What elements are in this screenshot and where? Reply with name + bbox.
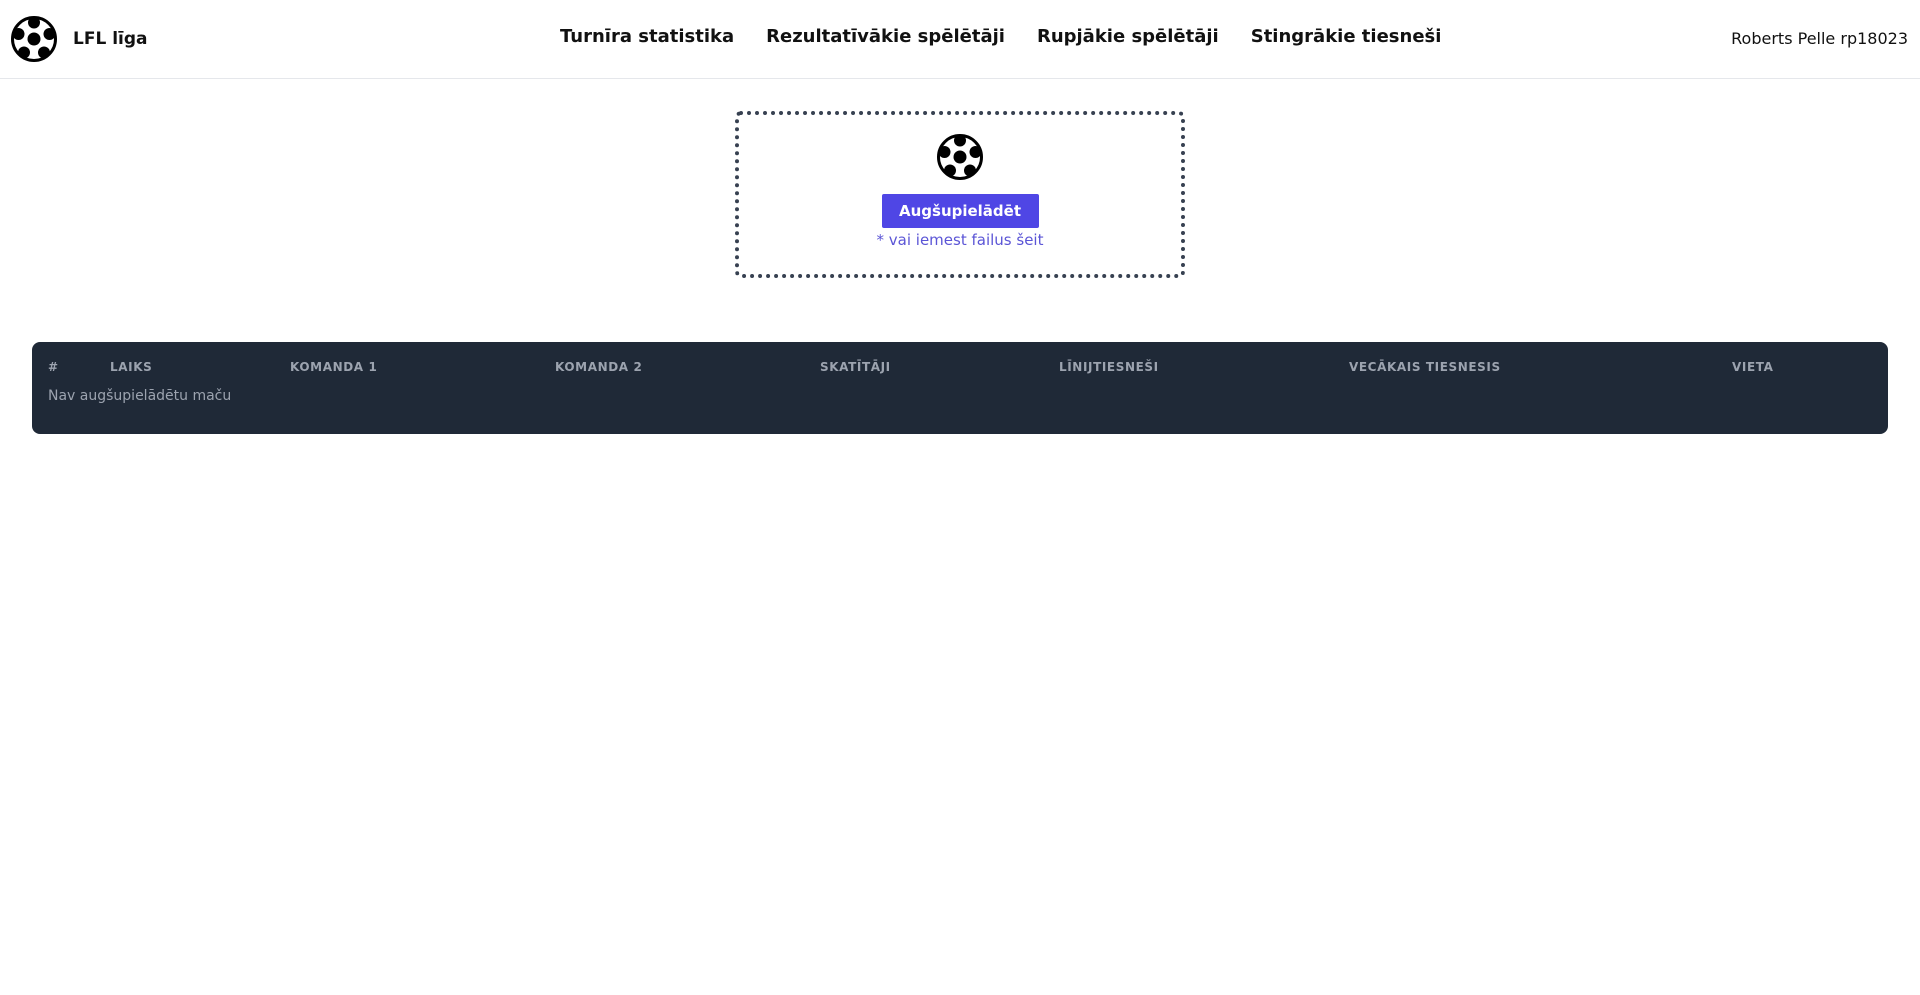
table-row: Nav augšupielādētu maču [32,384,1888,430]
drop-hint: * vai iemest failus šeit [876,231,1044,249]
top-navbar: LFL līga Turnīra statistika Rezultatīvāk… [0,0,1920,79]
column-header-time: Laiks [110,360,153,374]
empty-table-message: Nav augšupielādētu maču [48,388,232,404]
brand-name: LFL līga [73,29,148,49]
column-header-venue: Vieta [1732,360,1774,374]
matches-table: # Laiks Komanda 1 Komanda 2 Skatītāji Lī… [32,342,1888,434]
upload-button[interactable]: Augšupielādēt [881,194,1039,228]
table-header-row: # Laiks Komanda 1 Komanda 2 Skatītāji Lī… [32,342,1888,384]
column-header-team-2: Komanda 2 [555,360,643,374]
user-name: Roberts Pelle rp18023 [1731,29,1908,48]
column-header-spectators: Skatītāji [820,360,891,374]
brand-link[interactable]: LFL līga [11,16,148,62]
soccer-ball-icon [937,134,983,180]
column-header-number: # [48,360,59,374]
column-header-linesmen: Līnijtiesneši [1059,360,1159,374]
nav-strictest-referees[interactable]: Stingrākie tiesneši [1251,26,1442,47]
main-nav: Turnīra statistika Rezultatīvākie spēlēt… [560,26,1441,47]
nav-tournament-stats[interactable]: Turnīra statistika [560,26,734,47]
soccer-ball-icon [11,16,57,62]
nav-roughest-players[interactable]: Rupjākie spēlētāji [1037,26,1219,47]
column-header-head-referee: Vecākais tiesnesis [1349,360,1501,374]
nav-top-scorers[interactable]: Rezultatīvākie spēlētāji [766,26,1005,47]
file-dropzone[interactable]: Augšupielādēt * vai iemest failus šeit [735,111,1185,278]
column-header-team-1: Komanda 1 [290,360,378,374]
